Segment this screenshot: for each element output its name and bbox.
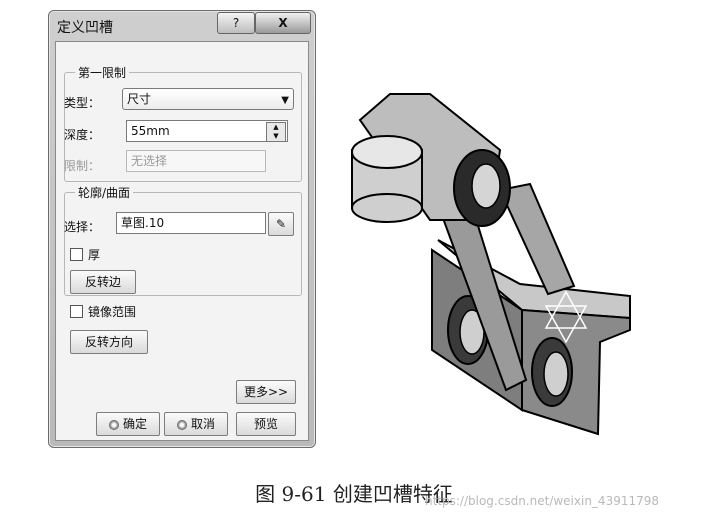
close-button[interactable]: X [255, 12, 311, 34]
rib-right [498, 182, 576, 296]
depth-label: 深度： [64, 128, 101, 142]
depth-spinner[interactable]: ▲ ▼ [266, 122, 286, 142]
part-3d-view [351, 93, 631, 436]
help-button[interactable]: ? [217, 12, 255, 34]
profile-select-input[interactable]: 草图.10 [116, 212, 266, 234]
arm-boss-hole [471, 163, 501, 209]
limit-label: 限制： [64, 159, 101, 173]
dialog-body: 第一限制 类型： 尺寸 ▼ 深度： 55mm ▲ ▼ 限制： 无选择 轮廓/曲面… [55, 41, 309, 441]
profile-select-value: 草图.10 [121, 216, 165, 230]
sketch-pencil-icon: ✎ [275, 217, 287, 231]
select-label: 选择： [64, 220, 101, 234]
first-limit-legend: 第一限制 [75, 64, 130, 81]
mirror-label: 镜像范围 [88, 305, 137, 319]
title-bar[interactable]: 定义凹槽 ? X [49, 11, 315, 41]
reverse-direction-button[interactable]: 反转方向 [70, 330, 148, 354]
sketch-button[interactable]: ✎ [268, 212, 294, 236]
depth-value: 55mm [131, 124, 170, 138]
hole-right-inner [543, 351, 569, 397]
limit-value: 无选择 [131, 154, 168, 168]
define-pocket-dialog: 定义凹槽 ? X 第一限制 类型： 尺寸 ▼ 深度： 55mm ▲ ▼ 限制： … [48, 10, 316, 448]
ok-icon [108, 419, 119, 430]
reverse-side-button[interactable]: 反转边 [70, 270, 136, 294]
preview-button[interactable]: 预览 [236, 412, 296, 436]
type-select[interactable]: 尺寸 ▼ [122, 88, 294, 110]
profile-legend: 轮廓/曲面 [75, 184, 134, 201]
spin-down-icon[interactable]: ▼ [267, 132, 285, 141]
type-label: 类型： [64, 96, 101, 110]
spin-up-icon[interactable]: ▲ [267, 123, 285, 132]
limit-input: 无选择 [126, 150, 266, 172]
thick-label: 厚 [88, 248, 101, 262]
cancel-label: 取消 [190, 417, 215, 431]
mirror-checkbox[interactable] [70, 305, 83, 318]
ok-label: 确定 [122, 417, 147, 431]
thick-checkbox[interactable] [70, 248, 83, 261]
cylinder-bottom [351, 193, 423, 223]
dialog-title: 定义凹槽 [57, 20, 113, 36]
cylinder-top [351, 135, 423, 169]
watermark-text: https://blog.csdn.net/weixin_43911798 [425, 494, 660, 508]
depth-input[interactable]: 55mm ▲ ▼ [126, 120, 288, 142]
cancel-icon [176, 419, 187, 430]
ok-button[interactable]: 确定 [96, 412, 160, 436]
more-button[interactable]: 更多>> [236, 380, 296, 404]
type-select-value: 尺寸 [127, 92, 152, 106]
cancel-button[interactable]: 取消 [164, 412, 228, 436]
chevron-down-icon: ▼ [281, 95, 289, 106]
